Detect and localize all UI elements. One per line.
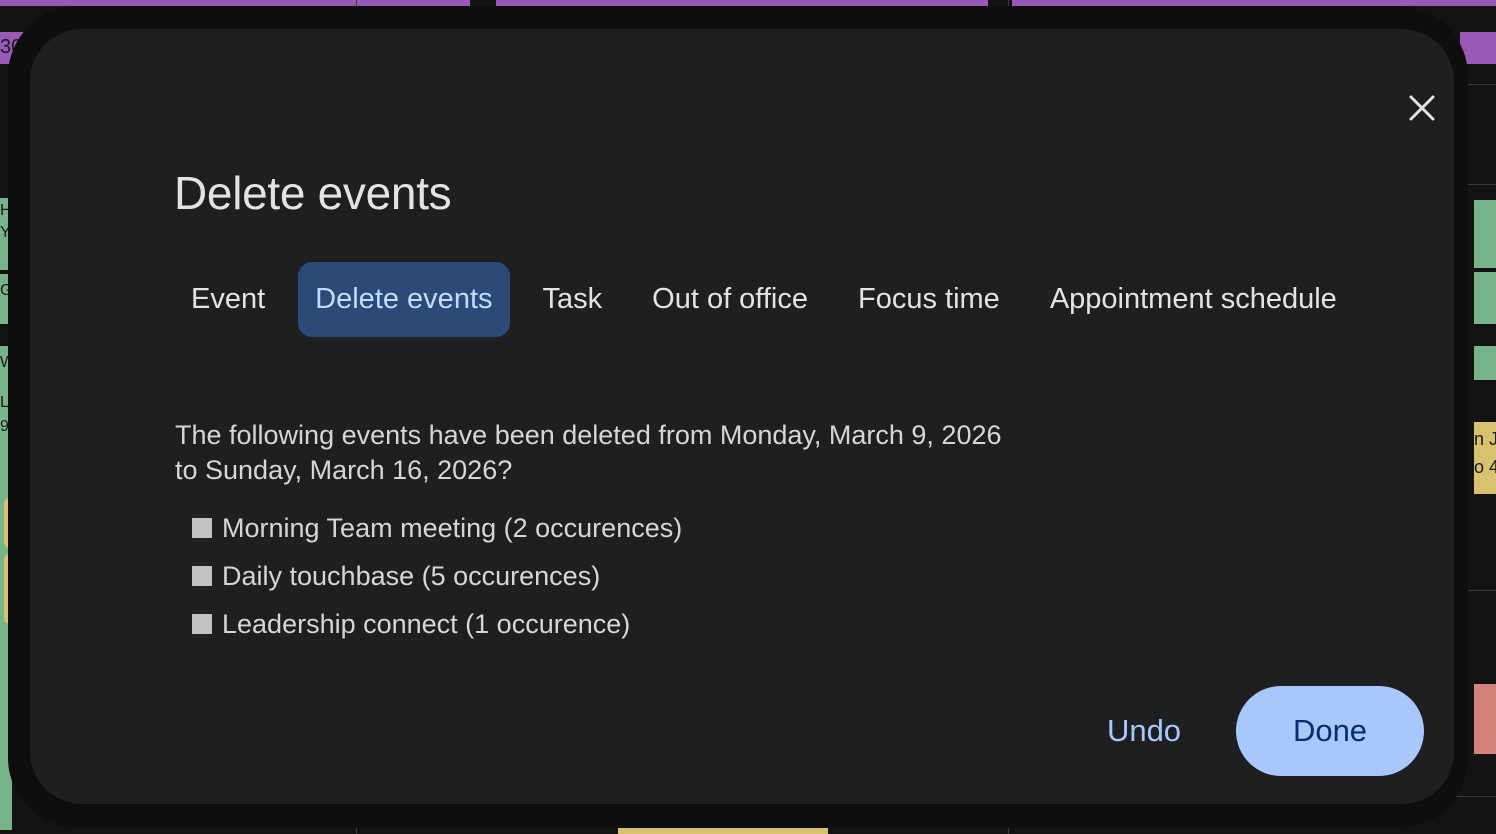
dialog-title: Delete events bbox=[174, 167, 452, 219]
tab-appointment-schedule[interactable]: Appointment schedule bbox=[1033, 262, 1354, 337]
deleted-event-label: Morning Team meeting (2 occurences) bbox=[222, 512, 683, 543]
list-item: Daily touchbase (5 occurences) bbox=[192, 552, 682, 600]
deletion-message: The following events have been deleted f… bbox=[175, 418, 1075, 488]
calendar-event[interactable] bbox=[1474, 200, 1496, 268]
list-item: Leadership connect (1 occurence) bbox=[192, 600, 682, 648]
deleted-events-list: Morning Team meeting (2 occurences) Dail… bbox=[192, 504, 682, 648]
event-type-tabs: Event Delete events Task Out of office F… bbox=[174, 262, 1370, 337]
square-bullet-icon bbox=[192, 614, 212, 634]
tab-task[interactable]: Task bbox=[526, 262, 620, 337]
deletion-message-line-2: to Sunday, March 16, 2026? bbox=[175, 455, 513, 485]
calendar-event[interactable] bbox=[618, 828, 828, 834]
done-button[interactable]: Done bbox=[1236, 686, 1424, 776]
tab-focus-time[interactable]: Focus time bbox=[841, 262, 1017, 337]
calendar-event-text: n J bbox=[1474, 429, 1496, 449]
deleted-event-label: Leadership connect (1 occurence) bbox=[222, 608, 631, 639]
undo-button[interactable]: Undo bbox=[1084, 686, 1204, 776]
deleted-event-label: Daily touchbase (5 occurences) bbox=[222, 560, 601, 591]
close-button[interactable] bbox=[1392, 78, 1452, 138]
close-icon bbox=[1409, 95, 1435, 121]
deletion-message-line-1: The following events have been deleted f… bbox=[175, 420, 1002, 450]
calendar-event[interactable] bbox=[1474, 272, 1496, 324]
list-item: Morning Team meeting (2 occurences) bbox=[192, 504, 682, 552]
delete-events-dialog bbox=[30, 29, 1454, 804]
tab-delete-events[interactable]: Delete events bbox=[298, 262, 510, 337]
calendar-event[interactable] bbox=[1474, 346, 1496, 380]
square-bullet-icon bbox=[192, 566, 212, 586]
calendar-event-text: o 4 bbox=[1474, 457, 1496, 477]
calendar-event[interactable] bbox=[1474, 684, 1496, 754]
tab-out-of-office[interactable]: Out of office bbox=[635, 262, 825, 337]
tab-event[interactable]: Event bbox=[174, 262, 282, 337]
square-bullet-icon bbox=[192, 518, 212, 538]
